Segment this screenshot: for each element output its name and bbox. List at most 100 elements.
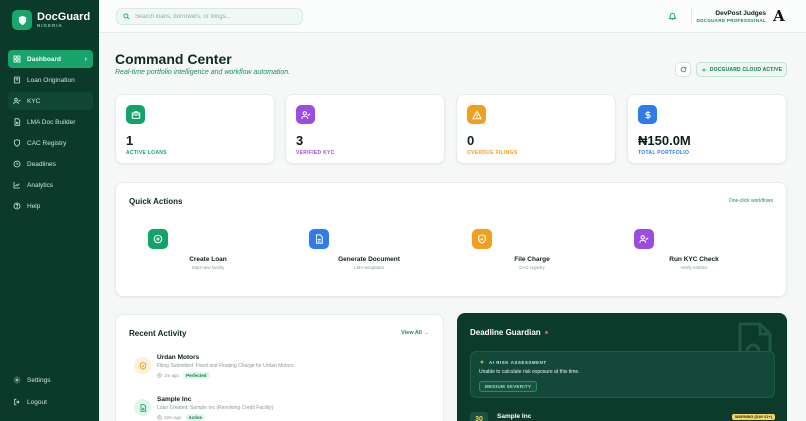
- search-input[interactable]: [135, 13, 295, 20]
- page-title: Command Center: [115, 51, 232, 67]
- recent-activity-title: Recent Activity: [129, 329, 187, 338]
- qa-desc: Verify entities: [680, 265, 708, 270]
- file-charge-button[interactable]: File Charge CAC registry: [462, 229, 612, 279]
- activity-meta: 1m ago Perfected: [157, 372, 210, 379]
- sidebar-item-deadlines[interactable]: Deadlines: [8, 155, 93, 173]
- deadline-guardian-title: Deadline Guardian: [470, 328, 548, 337]
- activity-meta: 32m ago Active: [157, 414, 206, 421]
- qa-desc: LMA templates: [354, 265, 384, 270]
- brand[interactable]: DocGuard NIGERIA: [12, 10, 90, 30]
- dollar-icon: [638, 105, 657, 124]
- warning-badge: WARNING (DAY 61+): [731, 414, 775, 420]
- plus-circle-icon: [148, 229, 168, 249]
- qa-name: File Charge: [514, 256, 550, 263]
- sidebar-item-label: Analytics: [27, 181, 54, 189]
- refresh-button[interactable]: [675, 62, 691, 77]
- sidebar-item-label: LMA Doc Builder: [27, 118, 76, 126]
- search-box[interactable]: [116, 8, 303, 25]
- stat-label: TOTAL PORTFOLIO: [638, 150, 690, 156]
- sidebar-item-lma-doc-builder[interactable]: LMA Doc Builder: [8, 113, 93, 131]
- stat-label: ACTIVE LOANS: [126, 150, 167, 156]
- activity-title: Sample Inc: [157, 396, 192, 403]
- alert-dot-icon: [544, 331, 548, 335]
- status-badge: Active: [185, 414, 206, 421]
- stat-value: 1: [126, 133, 134, 148]
- stat-label: OVERDUE FILINGS: [467, 150, 518, 156]
- user-info[interactable]: DevPost Judges DOCGUARD PROFESSIONAL: [696, 9, 766, 23]
- stat-value: 0: [467, 133, 475, 148]
- sidebar-item-label: Settings: [27, 376, 51, 384]
- list-item[interactable]: Urdan Motors Filing Submitted: Fixed and…: [134, 354, 434, 388]
- refresh-icon: [680, 66, 686, 73]
- document-icon: [14, 118, 21, 126]
- chart-icon: [13, 182, 20, 189]
- topbar-divider: [691, 8, 692, 25]
- sidebar-item-label: CAC Registry: [27, 139, 67, 147]
- sidebar-nav: Dashboard › Loan Origination KYC LMA Doc…: [8, 50, 93, 218]
- brand-sub: NIGERIA: [37, 23, 63, 28]
- sidebar-item-label: Deadlines: [27, 160, 56, 168]
- list-item[interactable]: Sample Inc Loan Created: Sample Inc (Rev…: [134, 396, 434, 421]
- severity-badge: MEDIUM SEVERITY: [479, 381, 538, 392]
- generate-document-button[interactable]: Generate Document LMA templates: [299, 229, 449, 279]
- sidebar-item-settings[interactable]: Settings: [8, 371, 93, 389]
- status-badge: Perfected: [183, 372, 210, 379]
- activity-time: 1m ago: [164, 373, 180, 378]
- risk-text: Unable to calculate risk exposure at thi…: [479, 369, 580, 375]
- cloud-status-text: DOCGUARD CLOUD ACTIVE: [709, 66, 783, 73]
- stat-card-verified-kyc[interactable]: 3 VERIFIED KYC: [285, 94, 445, 164]
- warning-icon: [467, 105, 486, 124]
- help-icon: [13, 202, 21, 210]
- sidebar: DocGuard NIGERIA Dashboard › Loan Origin…: [0, 0, 99, 421]
- ai-risk-assessment-card: AI RISK ASSESSMENT Unable to calculate r…: [470, 351, 775, 398]
- avatar[interactable]: A: [770, 7, 788, 25]
- sidebar-item-label: Help: [27, 202, 41, 210]
- user-check-icon: [13, 97, 21, 105]
- logout-icon: [14, 398, 20, 406]
- qa-name: Run KYC Check: [669, 256, 719, 263]
- stat-value: ₦150.0M: [638, 133, 691, 148]
- clock-icon: [157, 373, 162, 378]
- clock-icon: [13, 160, 21, 168]
- clock-icon: [157, 415, 162, 420]
- view-all-link[interactable]: View All →: [401, 330, 429, 336]
- notifications-button[interactable]: [666, 9, 678, 23]
- sidebar-item-loan-origination[interactable]: Loan Origination: [8, 71, 93, 89]
- stat-card-overdue-filings[interactable]: 0 OVERDUE FILINGS: [456, 94, 616, 164]
- search-icon: [123, 13, 130, 20]
- stat-card-total-portfolio[interactable]: ₦150.0M TOTAL PORTFOLIO: [627, 94, 787, 164]
- cloud-status-badge: DOCGUARD CLOUD ACTIVE: [696, 62, 787, 77]
- dashboard-icon: [13, 55, 21, 63]
- run-kyc-check-button[interactable]: Run KYC Check Verify entities: [624, 229, 774, 279]
- activity-desc: Filing Submitted: Fixed and Floating Cha…: [157, 363, 294, 369]
- activity-title: Urdan Motors: [157, 354, 200, 361]
- sidebar-item-cac-registry[interactable]: CAC Registry: [8, 134, 93, 152]
- sidebar-item-dashboard[interactable]: Dashboard ›: [8, 50, 93, 68]
- brand-name: DocGuard: [37, 11, 91, 23]
- briefcase-icon: [126, 105, 145, 124]
- qa-name: Create Loan: [189, 256, 227, 263]
- quick-actions-title: Quick Actions: [129, 197, 183, 206]
- document-icon: [134, 399, 151, 416]
- quick-actions-link[interactable]: One-click workflows: [729, 198, 773, 204]
- user-name: DevPost Judges: [715, 10, 766, 17]
- user-role: DOCGUARD PROFESSIONAL: [696, 18, 766, 23]
- sidebar-item-logout[interactable]: Logout: [8, 393, 93, 411]
- shield-icon: [472, 229, 492, 249]
- stat-value: 3: [296, 133, 304, 148]
- chevron-right-icon: ›: [84, 55, 87, 63]
- stat-label: VERIFIED KYC: [296, 150, 335, 156]
- file-icon: [13, 76, 21, 84]
- sidebar-item-help[interactable]: Help: [8, 197, 93, 215]
- activity-desc: Loan Created: Sample Inc (Revolving Cred…: [157, 405, 274, 411]
- deadline-row[interactable]: 30 Sample Inc WARNING (DAY 61+): [470, 409, 775, 421]
- sidebar-item-kyc[interactable]: KYC: [8, 92, 93, 110]
- create-loan-button[interactable]: Create Loan Start new facility: [138, 229, 288, 279]
- sidebar-item-analytics[interactable]: Analytics: [8, 176, 93, 194]
- quick-actions-panel: Quick Actions One-click workflows Create…: [115, 182, 787, 297]
- main-content: Command Center Real-time portfolio intel…: [99, 33, 806, 421]
- deadline-guardian-panel: Deadline Guardian AI RISK ASSESSMENT Una…: [457, 313, 787, 421]
- user-check-icon: [634, 229, 654, 249]
- stat-card-active-loans[interactable]: 1 ACTIVE LOANS: [115, 94, 275, 164]
- qa-desc: CAC registry: [519, 265, 545, 270]
